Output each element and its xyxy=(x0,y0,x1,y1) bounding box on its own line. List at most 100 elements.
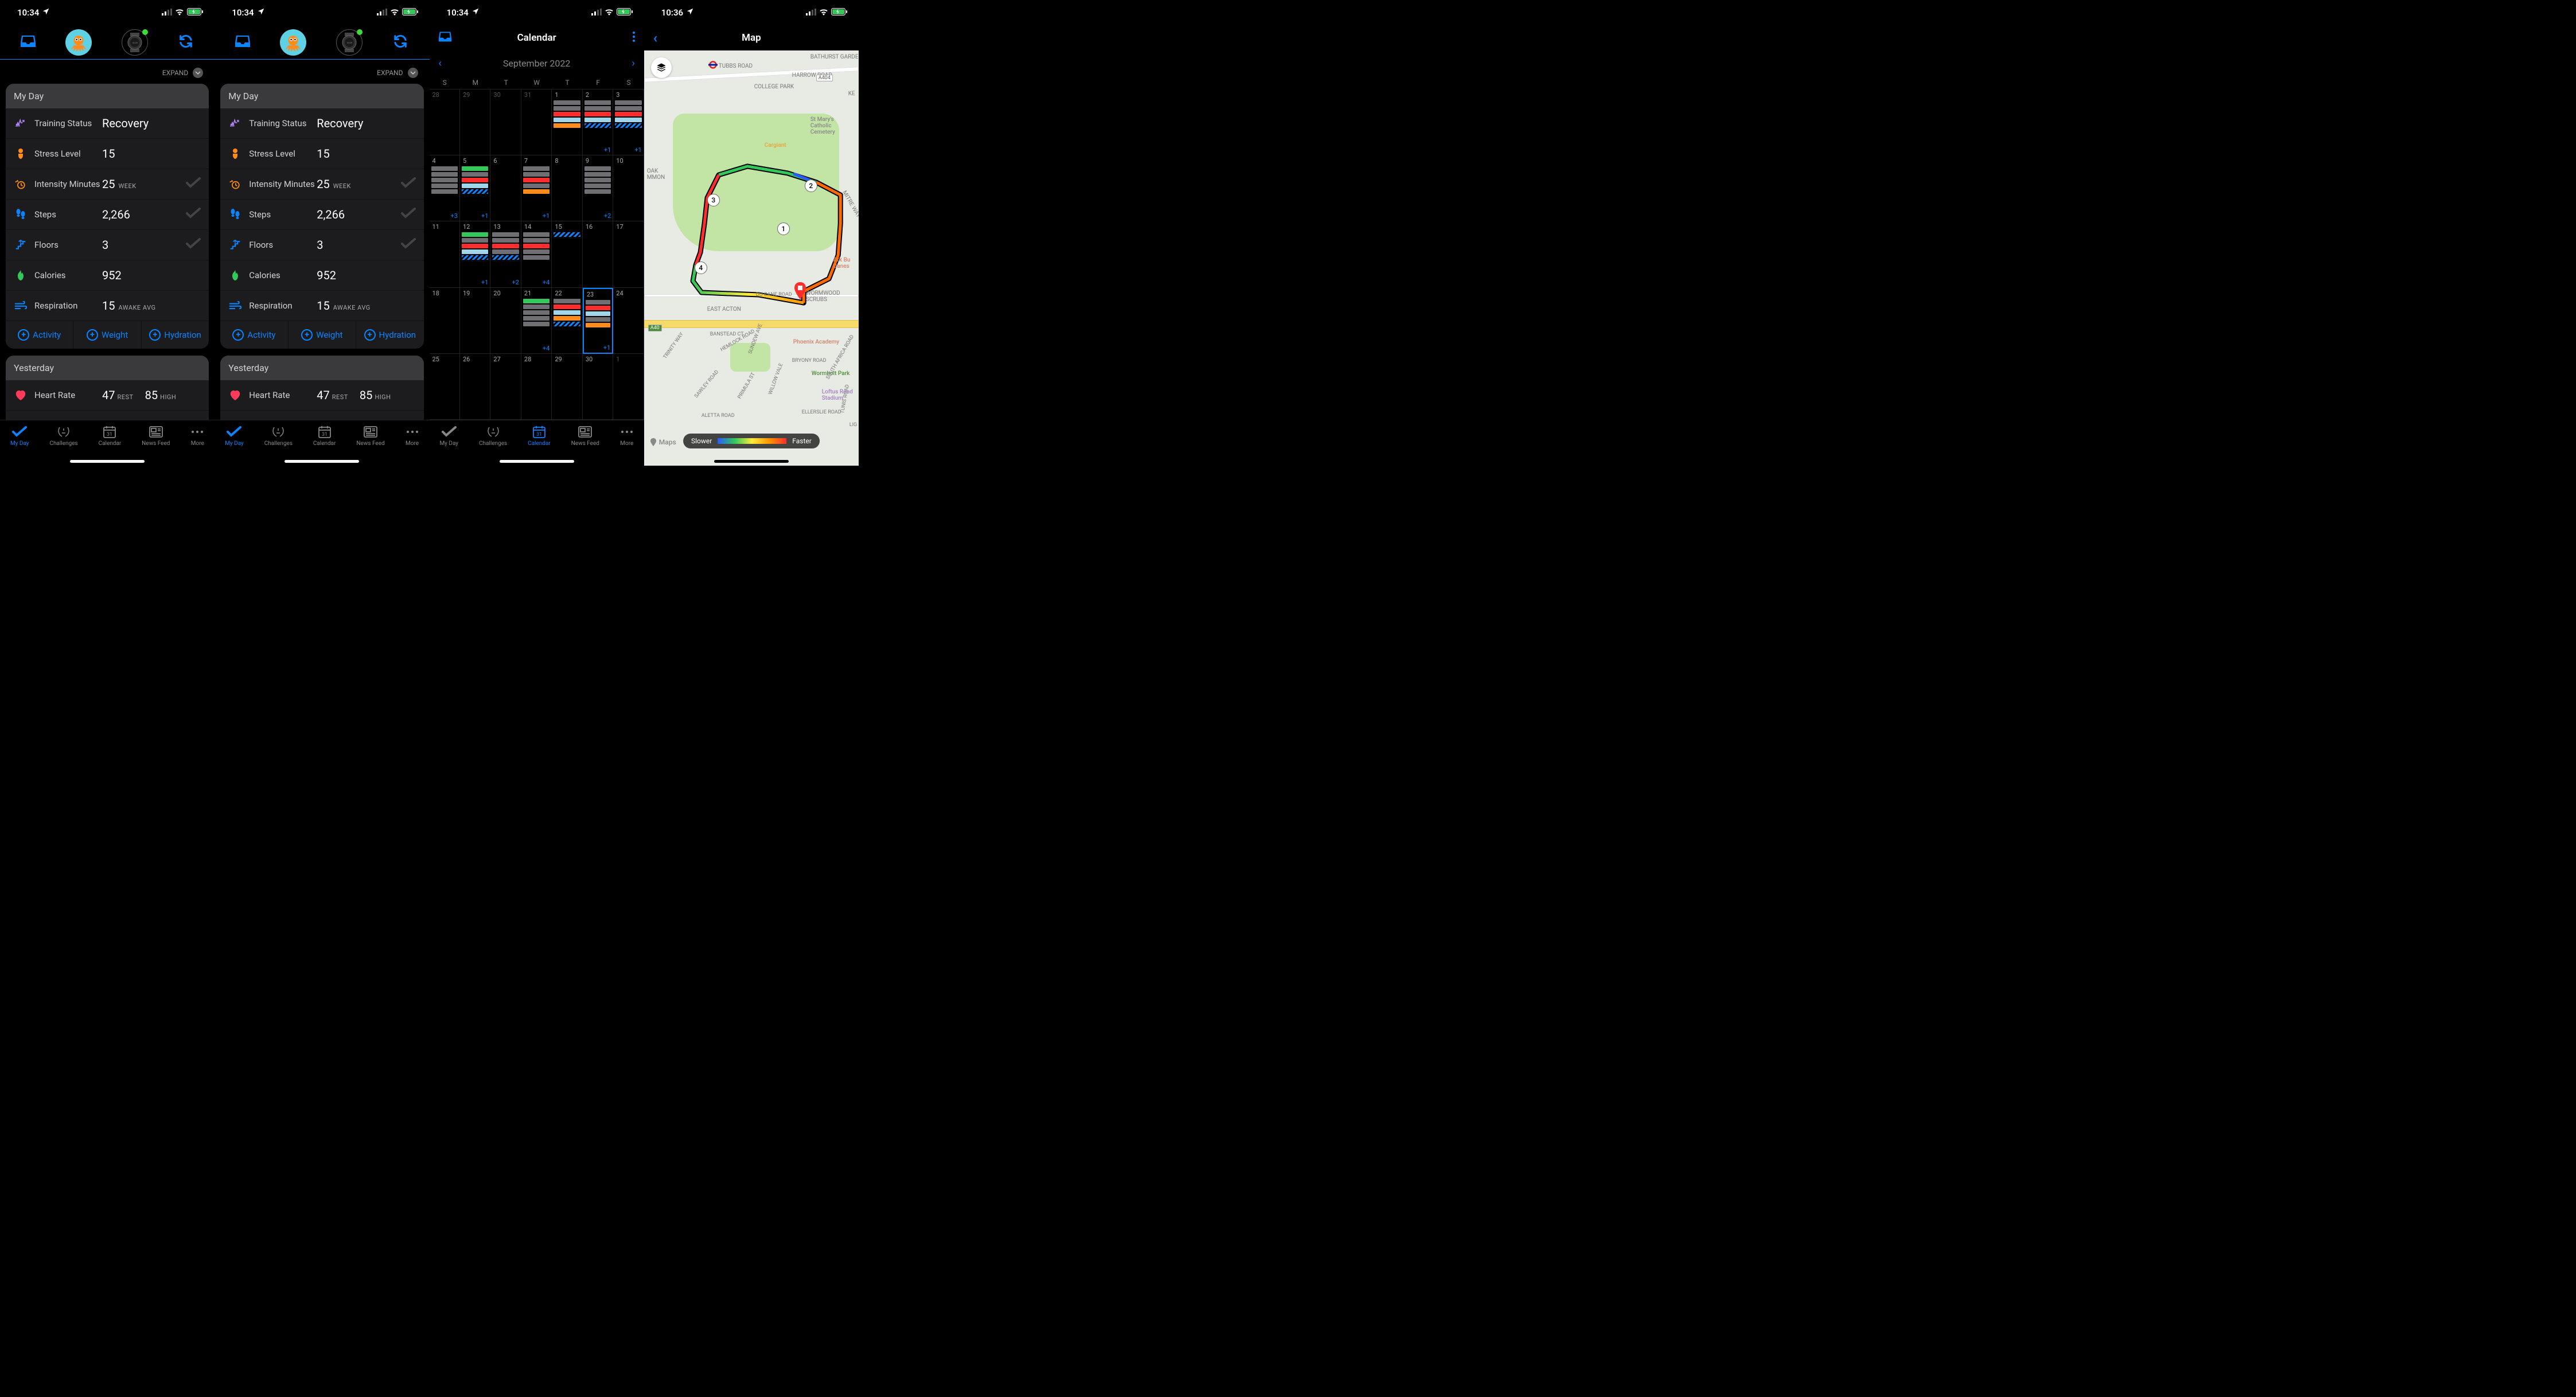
expand-toggle[interactable]: EXPAND xyxy=(215,60,429,84)
calendar-day-27[interactable]: 27 xyxy=(490,354,521,420)
add-weight-button[interactable]: +Weight xyxy=(73,321,141,349)
add-hydration-button[interactable]: +Hydration xyxy=(142,321,209,349)
more-count: +4 xyxy=(543,279,550,286)
inbox-icon[interactable] xyxy=(235,36,250,49)
calendar-day-29[interactable]: 29 xyxy=(552,354,582,420)
stat-row-intensity-minutes[interactable]: Intensity Minutes25 WEEK xyxy=(220,169,423,200)
calendar-day-3[interactable]: 3+1 xyxy=(613,89,644,155)
tab-challenges[interactable]: Challenges xyxy=(479,425,507,447)
calendar-day-21[interactable]: 21+4 xyxy=(521,288,552,354)
calendar-day-20[interactable]: 20 xyxy=(490,288,521,354)
calendar-day-18[interactable]: 18 xyxy=(430,288,460,354)
calendar-day-22[interactable]: 22 xyxy=(552,288,582,354)
stat-row-calories[interactable]: Calories952 xyxy=(6,260,209,291)
add-weight-button[interactable]: +Weight xyxy=(289,321,356,349)
add-activity-button[interactable]: +Activity xyxy=(220,321,288,349)
calendar-day-4[interactable]: 4+3 xyxy=(430,155,460,221)
add-hydration-button[interactable]: +Hydration xyxy=(356,321,423,349)
stat-row-respiration[interactable]: Respiration15 AWAKE AVG xyxy=(220,291,423,321)
tab-news-feed[interactable]: News Feed xyxy=(142,425,170,447)
calendar-day-30[interactable]: 30 xyxy=(583,354,613,420)
next-month-button[interactable]: › xyxy=(632,57,634,69)
body-battery-row[interactable]: Body Battery +2 / -30 xyxy=(6,411,209,420)
calendar-day-1[interactable]: 1 xyxy=(613,354,644,420)
inbox-icon[interactable] xyxy=(21,36,36,49)
device-watch[interactable]: 10:09 xyxy=(336,29,363,56)
home-indicator[interactable] xyxy=(285,460,359,463)
calendar-day-5[interactable]: 5+1 xyxy=(460,155,490,221)
more-icon[interactable] xyxy=(633,32,635,45)
home-indicator[interactable] xyxy=(500,460,574,463)
tab-challenges[interactable]: Challenges xyxy=(264,425,293,447)
avatar[interactable] xyxy=(280,29,306,56)
tab-news-feed[interactable]: News Feed xyxy=(571,425,599,447)
stat-row-floors[interactable]: Floors3 xyxy=(220,230,423,260)
map-area[interactable]: Maps Slower Faster BATHURST GARDENSTUBBS… xyxy=(644,50,859,466)
prev-month-button[interactable]: ‹ xyxy=(439,57,442,69)
tab-calendar[interactable]: 31Calendar xyxy=(99,425,122,447)
tab-my-day[interactable]: My Day xyxy=(225,425,244,447)
expand-toggle[interactable]: EXPAND xyxy=(0,60,215,84)
stat-row-calories[interactable]: Calories952 xyxy=(220,260,423,291)
calendar-day-30[interactable]: 30 xyxy=(490,89,521,155)
calendar-day-10[interactable]: 10 xyxy=(613,155,644,221)
add-activity-button[interactable]: +Activity xyxy=(6,321,73,349)
tab-more[interactable]: More xyxy=(406,425,419,447)
calendar-day-9[interactable]: 9+2 xyxy=(583,155,613,221)
calendar-day-24[interactable]: 24 xyxy=(613,288,644,354)
stat-row-floors[interactable]: Floors3 xyxy=(6,230,209,260)
layers-button[interactable] xyxy=(651,57,672,78)
calendar-day-16[interactable]: 16 xyxy=(583,221,613,287)
stat-row-stress-level[interactable]: Stress Level15 xyxy=(220,139,423,169)
stat-row-steps[interactable]: Steps2,266 xyxy=(6,200,209,230)
stat-row-stress-level[interactable]: Stress Level15 xyxy=(6,139,209,169)
newsfeed-icon xyxy=(149,425,163,439)
calendar-day-1[interactable]: 1 xyxy=(552,89,582,155)
tab-news-feed[interactable]: News Feed xyxy=(356,425,384,447)
tab-challenges[interactable]: Challenges xyxy=(49,425,77,447)
tab-my-day[interactable]: My Day xyxy=(439,425,458,447)
calendar-day-11[interactable]: 11 xyxy=(430,221,460,287)
inbox-icon[interactable] xyxy=(439,31,451,45)
body-battery-row[interactable]: Body Battery +2 / -30 xyxy=(220,411,423,420)
sync-icon[interactable] xyxy=(392,33,408,52)
sync-icon[interactable] xyxy=(178,33,194,52)
heart-rate-row[interactable]: Heart Rate 47REST 85HIGH xyxy=(6,380,209,411)
calendar-day-7[interactable]: 7+1 xyxy=(521,155,552,221)
tab-more[interactable]: More xyxy=(620,425,634,447)
calendar-day-28[interactable]: 28 xyxy=(521,354,552,420)
calendar-day-31[interactable]: 31 xyxy=(521,89,552,155)
calendar-day-26[interactable]: 26 xyxy=(460,354,490,420)
calendar-day-28[interactable]: 28 xyxy=(430,89,460,155)
tab-my-day[interactable]: My Day xyxy=(10,425,29,447)
home-indicator[interactable] xyxy=(70,460,145,463)
device-watch[interactable]: 10:09 xyxy=(122,29,148,56)
calendar-day-8[interactable]: 8 xyxy=(552,155,582,221)
laurel-icon xyxy=(271,425,286,439)
scroll-area[interactable]: My Day Training StatusRecoveryStress Lev… xyxy=(215,84,429,420)
calendar-day-12[interactable]: 12+1 xyxy=(460,221,490,287)
calendar-day-15[interactable]: 15 xyxy=(552,221,582,287)
avatar[interactable] xyxy=(65,29,92,56)
tab-calendar[interactable]: 31Calendar xyxy=(528,425,551,447)
calendar-day-23[interactable]: 23+1 xyxy=(583,288,613,354)
calendar-day-29[interactable]: 29 xyxy=(460,89,490,155)
stat-row-steps[interactable]: Steps2,266 xyxy=(220,200,423,230)
calendar-day-17[interactable]: 17 xyxy=(613,221,644,287)
calendar-day-6[interactable]: 6 xyxy=(490,155,521,221)
stat-row-intensity-minutes[interactable]: Intensity Minutes25 WEEK xyxy=(6,169,209,200)
tab-more[interactable]: More xyxy=(190,425,204,447)
home-indicator[interactable] xyxy=(714,460,789,463)
stat-row-training-status[interactable]: Training StatusRecovery xyxy=(6,108,209,139)
calendar-day-14[interactable]: 14+4 xyxy=(521,221,552,287)
tab-calendar[interactable]: 31Calendar xyxy=(313,425,336,447)
stat-row-training-status[interactable]: Training StatusRecovery xyxy=(220,108,423,139)
back-button[interactable]: ‹ xyxy=(653,30,657,46)
calendar-day-2[interactable]: 2+1 xyxy=(583,89,613,155)
calendar-day-13[interactable]: 13+2 xyxy=(490,221,521,287)
heart-rate-row[interactable]: Heart Rate 47REST 85HIGH xyxy=(220,380,423,411)
scroll-area[interactable]: My Day Training StatusRecoveryStress Lev… xyxy=(0,84,215,420)
calendar-day-25[interactable]: 25 xyxy=(430,354,460,420)
stat-row-respiration[interactable]: Respiration15 AWAKE AVG xyxy=(6,291,209,321)
calendar-day-19[interactable]: 19 xyxy=(460,288,490,354)
